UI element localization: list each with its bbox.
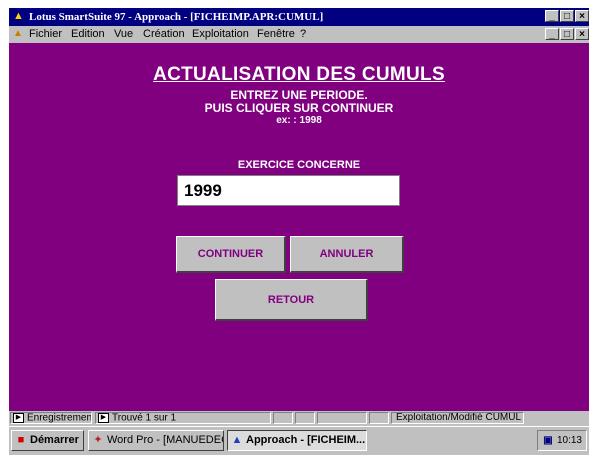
windows-logo-icon: ■ bbox=[17, 434, 25, 446]
form-canvas: ACTUALISATION DES CUMULS ENTREZ UNE PERI… bbox=[9, 43, 589, 411]
cancel-button[interactable]: ANNULER bbox=[290, 236, 404, 273]
form-heading: ACTUALISATION DES CUMULS bbox=[153, 64, 445, 85]
taskbar: ■ Démarrer ✦ Word Pro - [MANUEDECLA] ▲Appr… bbox=[9, 426, 589, 455]
application-window: ▲ Lotus SmartSuite 97 - Approach - [FICH… bbox=[9, 8, 589, 455]
approach-icon: ▲ bbox=[231, 434, 243, 446]
record-text: Enregistrement 1 bbox=[27, 412, 92, 424]
maximize-button[interactable]: □ bbox=[560, 10, 574, 22]
exercice-label: EXERCICE CONCERNE bbox=[237, 159, 361, 171]
doc-restore-button[interactable]: □ bbox=[560, 28, 574, 40]
task-approach[interactable]: ▲ Approach - [FICHEIM... bbox=[227, 430, 367, 451]
instruction-example: ex: : 1998 bbox=[276, 115, 322, 126]
found-nav-icon: ▶ bbox=[98, 413, 109, 423]
system-tray: ▣ 10:13 bbox=[537, 430, 587, 451]
found-status[interactable]: ▶ Trouvé 1 sur 1 bbox=[95, 412, 271, 424]
record-nav-icon: ▶ bbox=[13, 413, 24, 423]
window-title: Lotus SmartSuite 97 - Approach - [FICHEI… bbox=[29, 11, 324, 23]
menu-fichier[interactable]: Fichier bbox=[29, 26, 62, 43]
title-bar[interactable]: ▲ Lotus SmartSuite 97 - Approach - [FICH… bbox=[9, 8, 589, 26]
word-pro-icon: ✦ bbox=[93, 434, 103, 446]
menu-vue[interactable]: Vue bbox=[114, 26, 133, 43]
status-cell-empty-3 bbox=[317, 412, 367, 424]
menu-fenetre[interactable]: Fenêtre bbox=[257, 26, 295, 43]
found-text: Trouvé 1 sur 1 bbox=[112, 412, 177, 424]
lotus-app-icon[interactable]: ▲ bbox=[13, 11, 24, 22]
task-word-pro[interactable]: ✦ Word Pro - [MANUEDECLA] bbox=[88, 430, 224, 451]
menu-creation[interactable]: Création bbox=[143, 26, 185, 43]
doc-close-button[interactable]: × bbox=[575, 28, 589, 40]
start-button[interactable]: ■ Démarrer bbox=[11, 430, 84, 451]
mode-status[interactable]: Exploitation/Modifié CUMUL bbox=[391, 412, 524, 424]
task-approach-label: Approach - [FICHEIM... bbox=[246, 434, 366, 446]
menu-bar: ▲ Fichier Edition Vue Création Exploitat… bbox=[9, 26, 589, 43]
status-cell-empty-4 bbox=[369, 412, 389, 424]
task-word-pro-label: Word Pro - [MANUEDECLA] bbox=[107, 434, 223, 446]
doc-minimize-button[interactable]: _ bbox=[545, 28, 559, 40]
continue-button[interactable]: CONTINUER bbox=[176, 236, 286, 273]
menu-edition[interactable]: Edition bbox=[71, 26, 105, 43]
approach-doc-icon[interactable]: ▲ bbox=[13, 28, 24, 39]
exercice-input[interactable]: 1999 bbox=[177, 175, 400, 206]
status-cell-empty-1 bbox=[273, 412, 293, 424]
status-bar: ▶Enregistrement 1 ▶Trouvé 1 sur 1 Exploi… bbox=[9, 411, 589, 425]
minimize-button[interactable]: _ bbox=[545, 10, 559, 22]
back-button[interactable]: RETOUR bbox=[215, 279, 368, 321]
close-button[interactable]: × bbox=[575, 10, 589, 22]
start-label: Démarrer bbox=[30, 434, 79, 446]
record-status[interactable]: ▶Enregistrement 1 bbox=[10, 412, 92, 424]
status-cell-empty-2 bbox=[295, 412, 315, 424]
tray-app-icon[interactable]: ▣ bbox=[542, 431, 554, 450]
menu-help[interactable]: ? bbox=[300, 26, 306, 43]
menu-exploitation[interactable]: Exploitation bbox=[192, 26, 249, 43]
clock[interactable]: 10:13 bbox=[557, 435, 582, 446]
